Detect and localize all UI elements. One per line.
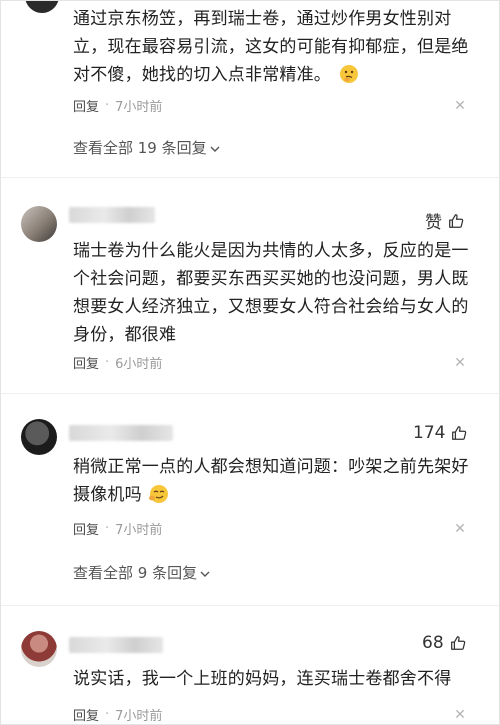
- comment-text-line: 立，现在最容易引流，这女的可能有抑郁症，但是绝: [73, 37, 469, 57]
- reply-button[interactable]: 回复: [73, 353, 99, 372]
- view-all-replies-button[interactable]: 查看全部 19 条回复: [73, 137, 221, 158]
- like-label: 赞: [425, 213, 442, 233]
- comment-text-line: 摄像机吗: [73, 481, 170, 509]
- view-all-replies-label: 查看全部 19 条回复: [73, 139, 207, 157]
- thumbs-up-icon: [450, 636, 465, 650]
- avatar[interactable]: [21, 631, 57, 667]
- reply-button[interactable]: 回复: [73, 96, 99, 115]
- like-button[interactable]: 68: [422, 633, 467, 653]
- like-button[interactable]: 174: [413, 423, 468, 443]
- avatar[interactable]: [25, 1, 59, 13]
- chevron-down-icon: [210, 146, 220, 152]
- comment-text-line: 通过京东杨笠，再到瑞士卷，通过炒作男女性别对: [73, 9, 452, 29]
- separator-dot: ·: [105, 355, 110, 370]
- comment-text-line: 瑞士卷为什么能火是因为共情的人太多，反应的是一: [73, 241, 469, 261]
- thumbs-up-icon: [449, 213, 464, 228]
- timestamp: 7小时前: [115, 100, 163, 115]
- comment-text-line: 身份，都很难: [73, 325, 177, 345]
- username-blurred[interactable]: [69, 425, 173, 441]
- divider: [1, 605, 499, 606]
- comment-text-line: 想要女人经济独立，又想要女人符合社会给与女人的: [73, 297, 469, 317]
- like-count: 174: [413, 423, 446, 443]
- close-icon[interactable]: ✕: [453, 522, 467, 536]
- separator-dot: ·: [105, 98, 110, 113]
- chevron-down-icon: [200, 571, 210, 577]
- reply-button[interactable]: 回复: [73, 705, 99, 724]
- like-button[interactable]: 赞: [425, 208, 465, 233]
- comment-meta: 回复 · 7小时前: [73, 705, 162, 724]
- avatar[interactable]: [21, 419, 57, 455]
- comment-list: 通过京东杨笠，再到瑞士卷，通过炒作男女性别对 立，现在最容易引流，这女的可能有抑…: [0, 0, 500, 725]
- username-blurred[interactable]: [69, 207, 155, 223]
- close-icon[interactable]: ✕: [453, 356, 467, 370]
- comment-text-line: 稍微正常一点的人都会想知道问题：吵架之前先架好: [73, 457, 469, 477]
- thumbs-up-icon: [452, 426, 467, 440]
- comment-text-fragment: 对不傻，她找的切入点非常精准。: [73, 65, 331, 85]
- smirk-face-emoji: [149, 485, 169, 503]
- comment-meta: 回复 · 7小时前: [73, 519, 162, 538]
- comment-meta: 回复 · 7小时前: [73, 96, 162, 115]
- comment-text-line: 对不傻，她找的切入点非常精准。: [73, 61, 359, 89]
- comment-text-line: 个社会问题，都要买东西买买她的也没问题，男人既: [73, 269, 469, 289]
- timestamp: 6小时前: [115, 357, 163, 372]
- reply-button[interactable]: 回复: [73, 519, 99, 538]
- divider: [1, 393, 499, 394]
- divider: [1, 177, 499, 178]
- timestamp: 7小时前: [115, 709, 163, 724]
- comment-text-line: 说实话，我一个上班的妈妈，连买瑞士卷都舍不得: [73, 669, 452, 689]
- separator-dot: ·: [105, 521, 110, 536]
- avatar[interactable]: [21, 206, 57, 242]
- close-icon[interactable]: ✕: [453, 99, 467, 113]
- separator-dot: ·: [105, 707, 110, 722]
- view-all-replies-button[interactable]: 查看全部 9 条回复: [73, 562, 211, 583]
- comment-meta: 回复 · 6小时前: [73, 353, 162, 372]
- comment-text-fragment: 摄像机吗: [73, 485, 142, 505]
- username-blurred[interactable]: [69, 637, 163, 653]
- view-all-replies-label: 查看全部 9 条回复: [73, 564, 198, 582]
- like-count: 68: [422, 633, 444, 653]
- close-icon[interactable]: ✕: [453, 708, 467, 722]
- timestamp: 7小时前: [115, 523, 163, 538]
- thinking-face-emoji: [339, 65, 358, 83]
